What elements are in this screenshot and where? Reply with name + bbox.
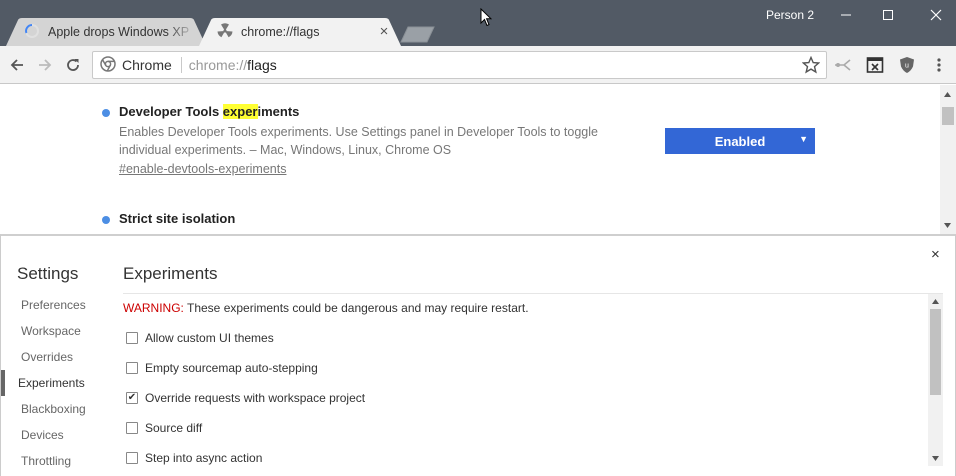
experiment-label: Empty sourcemap auto-stepping: [145, 361, 318, 375]
experiment-checkbox[interactable]: [126, 332, 138, 344]
flag-state-value: Enabled: [714, 133, 766, 149]
tab-title: Apple drops Windows XP: [48, 25, 190, 39]
experiment-label: Override requests with workspace project: [145, 391, 366, 405]
extension-cut-icon[interactable]: [833, 55, 853, 75]
flag-title-after: iments: [257, 104, 300, 119]
experiment-row[interactable]: ✔ Override requests with workspace proje…: [126, 383, 365, 413]
scroll-up-icon[interactable]: [928, 295, 943, 307]
experiment-checkbox[interactable]: [126, 362, 138, 374]
settings-scrollbar-thumb[interactable]: [930, 309, 941, 395]
settings-nav-workspace[interactable]: Workspace: [1, 318, 111, 344]
flag-status-dot: [102, 109, 110, 117]
settings-nav-throttling[interactable]: Throttling: [1, 448, 111, 474]
panel-title: Experiments: [123, 264, 218, 283]
flag-title-before: Developer Tools: [119, 104, 223, 119]
experiment-checkbox[interactable]: [126, 452, 138, 464]
devtools-settings: × Settings Preferences Workspace Overrid…: [0, 234, 956, 476]
flag-state-select[interactable]: Enabled ▼: [665, 128, 815, 154]
mouse-cursor-icon: [480, 7, 493, 30]
menu-icon[interactable]: [929, 55, 949, 75]
back-arrow-icon[interactable]: [6, 54, 28, 76]
settings-title: Settings: [17, 264, 79, 283]
warning-text: These experiments could be dangerous and…: [183, 301, 529, 315]
experiment-label: Allow custom UI themes: [145, 331, 274, 345]
star-icon[interactable]: [801, 55, 821, 77]
extension-window-icon[interactable]: [865, 55, 885, 75]
flags-page: Developer Tools experiments Enables Deve…: [0, 85, 940, 234]
omnibox[interactable]: Chrome chrome://flags: [92, 51, 827, 79]
settings-nav-devices[interactable]: Devices: [1, 422, 111, 448]
chrome-logo-icon: [100, 55, 116, 75]
url-scheme: chrome://: [188, 57, 248, 73]
experiment-checkbox[interactable]: [126, 422, 138, 434]
flags-radiation-icon: [217, 22, 233, 42]
settings-nav-experiments[interactable]: Experiments: [1, 370, 111, 396]
flag-status-dot: [102, 216, 110, 224]
settings-nav-overrides[interactable]: Overrides: [1, 344, 111, 370]
scroll-down-icon[interactable]: [940, 219, 955, 231]
omnibox-chip-label: Chrome: [122, 57, 172, 73]
page-scrollbar[interactable]: [940, 85, 956, 234]
tab-chrome-flags[interactable]: chrome://flags ×: [199, 18, 401, 46]
flag-description: Enables Developer Tools experiments. Use…: [119, 125, 598, 157]
warning-label: WARNING:: [123, 301, 184, 315]
minimize-icon[interactable]: [835, 4, 857, 26]
settings-nav-preferences[interactable]: Preferences: [1, 292, 111, 318]
experiment-label: Source diff: [145, 421, 203, 435]
page-scrollbar-thumb[interactable]: [942, 107, 954, 125]
experiment-label: Step into async action: [145, 451, 263, 465]
settings-nav-blackboxing[interactable]: Blackboxing: [1, 396, 111, 422]
window-titlebar: Apple drops Windows XP chrome://flags × …: [0, 0, 956, 46]
reload-icon[interactable]: [62, 54, 84, 76]
flag-title: Strict site isolation: [119, 211, 236, 226]
url-host: flags: [247, 57, 277, 73]
experiment-row[interactable]: Step into async action: [126, 443, 365, 473]
panel-divider: [123, 293, 943, 294]
new-tab-button[interactable]: [400, 26, 436, 46]
settings-scrollbar[interactable]: [928, 294, 943, 466]
search-highlight: exper: [222, 104, 258, 119]
shield-icon[interactable]: u: [897, 55, 917, 75]
forward-arrow-icon[interactable]: [34, 54, 56, 76]
profile-name[interactable]: Person 2: [766, 8, 814, 22]
experiment-row[interactable]: Source diff: [126, 413, 365, 443]
tab-title: chrome://flags: [241, 25, 320, 39]
experiments-warning: WARNING: These experiments could be dang…: [123, 301, 529, 315]
flag-anchor-link[interactable]: #enable-devtools-experiments: [119, 162, 286, 176]
scroll-down-icon[interactable]: [928, 452, 943, 464]
url-text: chrome://flags: [189, 57, 277, 73]
scroll-up-icon[interactable]: [940, 88, 955, 100]
flag-title: Developer Tools experiments: [119, 104, 299, 119]
experiment-checkbox[interactable]: ✔: [126, 392, 138, 404]
experiments-list: Allow custom UI themes Empty sourcemap a…: [126, 323, 365, 473]
close-settings-icon[interactable]: ×: [931, 246, 940, 263]
window-close-icon[interactable]: [925, 4, 947, 26]
experiment-row[interactable]: Allow custom UI themes: [126, 323, 365, 353]
settings-nav: Preferences Workspace Overrides Experime…: [1, 292, 111, 474]
experiment-row[interactable]: Empty sourcemap auto-stepping: [126, 353, 365, 383]
maximize-icon[interactable]: [877, 4, 899, 26]
loading-spinner-icon: [24, 23, 40, 42]
close-tab-icon[interactable]: ×: [377, 24, 391, 39]
browser-toolbar: Chrome chrome://flags u: [0, 46, 956, 84]
omnibox-chip[interactable]: Chrome: [93, 55, 182, 75]
tab-apple-drops-windows-xp[interactable]: Apple drops Windows XP: [6, 18, 206, 46]
dropdown-arrow-icon: ▼: [799, 134, 808, 144]
svg-text:u: u: [905, 63, 909, 70]
